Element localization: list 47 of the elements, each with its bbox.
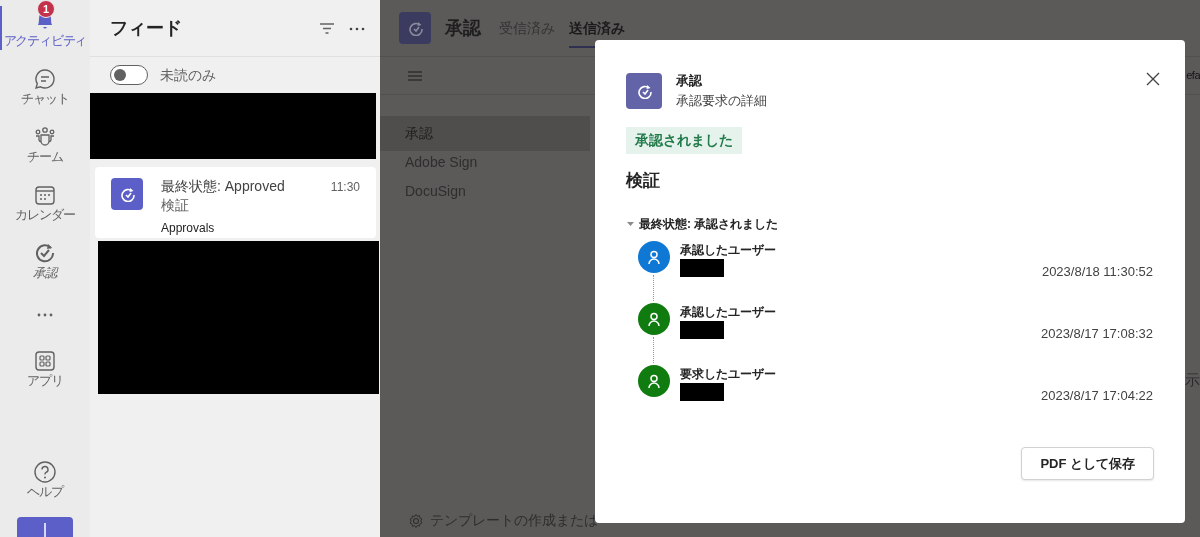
notification-card[interactable]: 最終状態: Approved 11:30 検証 Approvals bbox=[95, 167, 376, 238]
rail-item[interactable]: 承認 bbox=[0, 232, 90, 290]
user-role: 承認したユーザー bbox=[680, 241, 776, 259]
toggle-switch[interactable] bbox=[110, 65, 148, 85]
redacted-block bbox=[680, 258, 724, 277]
gear-icon bbox=[408, 512, 424, 529]
notification-subtitle: 検証 bbox=[161, 196, 190, 215]
section-heading: 検証 bbox=[626, 170, 660, 192]
save-pdf-button[interactable]: PDF として保存 bbox=[1021, 446, 1154, 480]
timestamp: 2023/8/17 17:08:32 bbox=[1040, 324, 1153, 343]
add-button[interactable] bbox=[17, 517, 73, 537]
timestamp: 2023/8/18 11:30:52 bbox=[1041, 262, 1153, 281]
redacted-block bbox=[680, 320, 724, 339]
status-tag: 承認されました bbox=[626, 127, 742, 154]
user-role: 承認したユーザー bbox=[680, 303, 776, 321]
more-icon bbox=[348, 26, 365, 31]
notification-source: Approvals bbox=[161, 220, 216, 237]
toggle-label: 未読のみ bbox=[160, 65, 216, 85]
help-icon bbox=[33, 460, 57, 485]
notification-badge: 1 bbox=[37, 0, 55, 18]
rail-item[interactable]: アプリ bbox=[0, 340, 90, 398]
app-icon bbox=[626, 72, 662, 109]
caret-icon bbox=[626, 219, 635, 228]
calendar-icon bbox=[33, 183, 57, 208]
app-icon bbox=[399, 12, 431, 44]
rail-item[interactable]: ヘルプ bbox=[0, 451, 90, 509]
chat-icon bbox=[33, 67, 57, 92]
timestamp: 2023/8/17 17:04:22 bbox=[1040, 386, 1153, 405]
partial-text: efa bbox=[1186, 68, 1200, 84]
dialog-title: 承認 bbox=[676, 72, 703, 90]
more-icon bbox=[37, 313, 53, 317]
rail-item[interactable]: アクティビティ 1 bbox=[0, 0, 90, 58]
user-role: 要求したユーザー bbox=[680, 365, 776, 383]
rail-item[interactable]: カレンダー bbox=[0, 174, 90, 232]
section-toggle[interactable]: 最終状態: 承認されました bbox=[626, 214, 779, 233]
close-icon bbox=[1145, 70, 1161, 87]
app-title: 承認 bbox=[445, 16, 481, 40]
rail-item[interactable]: チャット bbox=[0, 58, 90, 116]
apps-icon bbox=[33, 349, 57, 374]
notification-time: 11:30 bbox=[330, 179, 360, 196]
menu-icon bbox=[407, 70, 423, 83]
dialog-subtitle: 承認要求の詳細 bbox=[676, 91, 767, 110]
notification-title: 最終状態: Approved bbox=[161, 178, 286, 196]
app-icon bbox=[111, 178, 143, 210]
feed-title: フィード bbox=[110, 16, 183, 40]
rail-item[interactable]: チーム bbox=[0, 116, 90, 174]
redacted-block bbox=[680, 382, 724, 401]
